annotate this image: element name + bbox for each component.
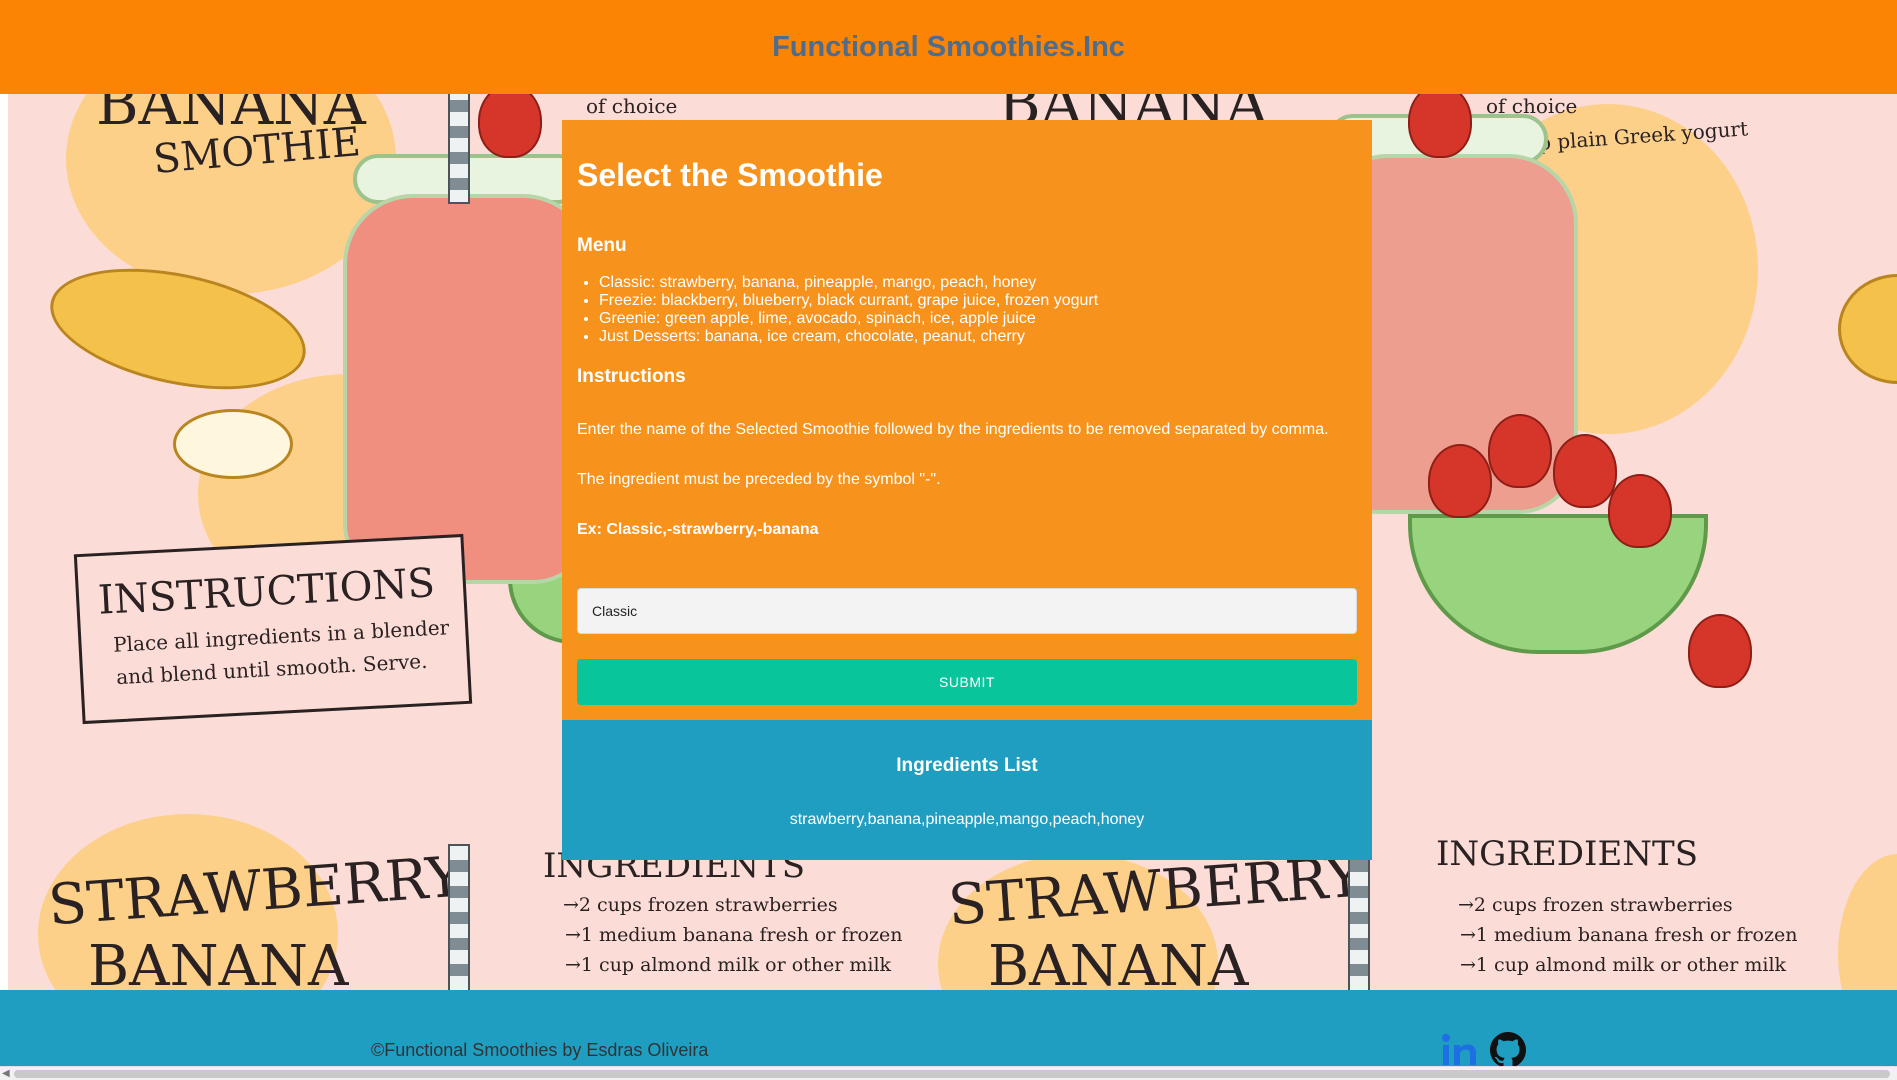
smoothie-input[interactable] xyxy=(577,588,1357,634)
example-text: Ex: Classic,-strawberry,-banana xyxy=(577,521,819,538)
ingredient-b2: →1 medium banana fresh or frozen xyxy=(1460,924,1798,946)
instruction-text-1: Enter the name of the Selected Smoothie … xyxy=(577,421,1329,438)
site-title: Functional Smoothies.Inc xyxy=(772,30,1125,63)
github-icon[interactable] xyxy=(1490,1032,1526,1068)
ingredient-a3: →1 cup almond milk or other milk xyxy=(565,954,892,976)
strawberry-pile-4 xyxy=(1608,474,1672,548)
instruction-text-2: The ingredient must be preceded by the s… xyxy=(577,471,941,488)
ingredients-list-text: strawberry,banana,pineapple,mango,peach,… xyxy=(789,811,1145,828)
straw-bottom-right xyxy=(1348,844,1370,990)
strawberry-illustration xyxy=(478,94,542,158)
ingredient-b1: →2 cups frozen strawberries xyxy=(1458,894,1733,916)
strawberry-pile-2 xyxy=(1488,414,1552,488)
menu-list: Classic: strawberry, banana, pineapple, … xyxy=(599,274,1098,346)
ingredients-list-heading: Ingredients List xyxy=(896,755,1038,776)
banana-illustration-right xyxy=(1838,274,1897,384)
straw-bottom-left xyxy=(448,844,470,990)
straw-left xyxy=(448,94,470,204)
strawberry-pile-1 xyxy=(1428,444,1492,518)
banana-bottom-1: BANANA xyxy=(88,934,349,990)
ingredients-title-2: INGREDIENTS xyxy=(1436,834,1698,874)
smoothie-form-panel: Select the Smoothie Menu Classic: strawb… xyxy=(562,120,1372,720)
menu-item-classic: Classic: strawberry, banana, pineapple, … xyxy=(599,274,1098,292)
horizontal-scrollbar[interactable]: ◀ xyxy=(0,1066,1897,1080)
menu-heading: Menu xyxy=(577,235,627,256)
submit-button[interactable]: SUBMIT xyxy=(577,659,1357,705)
footer-copyright: ©Functional Smoothies by Esdras Oliveira xyxy=(371,1040,709,1060)
ingredients-result-panel: Ingredients List strawberry,banana,pinea… xyxy=(562,720,1372,860)
strawberry-pile-3 xyxy=(1553,434,1617,508)
banana-slice-illustration xyxy=(173,409,293,479)
strawberry-top-right xyxy=(1408,94,1472,158)
menu-item-just-desserts: Just Desserts: banana, ice cream, chocol… xyxy=(599,328,1098,346)
scroll-left-arrow-icon[interactable]: ◀ xyxy=(2,1068,10,1079)
jar-illustration-left xyxy=(343,194,593,584)
linkedin-icon[interactable] xyxy=(1440,1032,1480,1068)
banana-bottom-2: BANANA xyxy=(988,934,1249,990)
yellow-blob-bottom-right xyxy=(1838,854,1897,990)
site-footer: ©Functional Smoothies by Esdras Oliveira xyxy=(0,990,1897,1068)
panel-title: Select the Smoothie xyxy=(577,157,883,193)
menu-item-greenie: Greenie: green apple, lime, avocado, spi… xyxy=(599,310,1098,328)
menu-item-freezie: Freezie: blackberry, blueberry, black cu… xyxy=(599,292,1098,310)
scrollbar-thumb[interactable] xyxy=(14,1070,1890,1078)
site-header: Functional Smoothies.Inc xyxy=(0,0,1897,94)
ingredient-a2: →1 medium banana fresh or frozen xyxy=(565,924,903,946)
of-choice-text: of choice xyxy=(586,94,678,118)
ingredient-b3: →1 cup almond milk or other milk xyxy=(1460,954,1787,976)
ingredient-a1: →2 cups frozen strawberries xyxy=(563,894,838,916)
instructions-heading: Instructions xyxy=(577,366,686,387)
strawberry-pile-5 xyxy=(1688,614,1752,688)
